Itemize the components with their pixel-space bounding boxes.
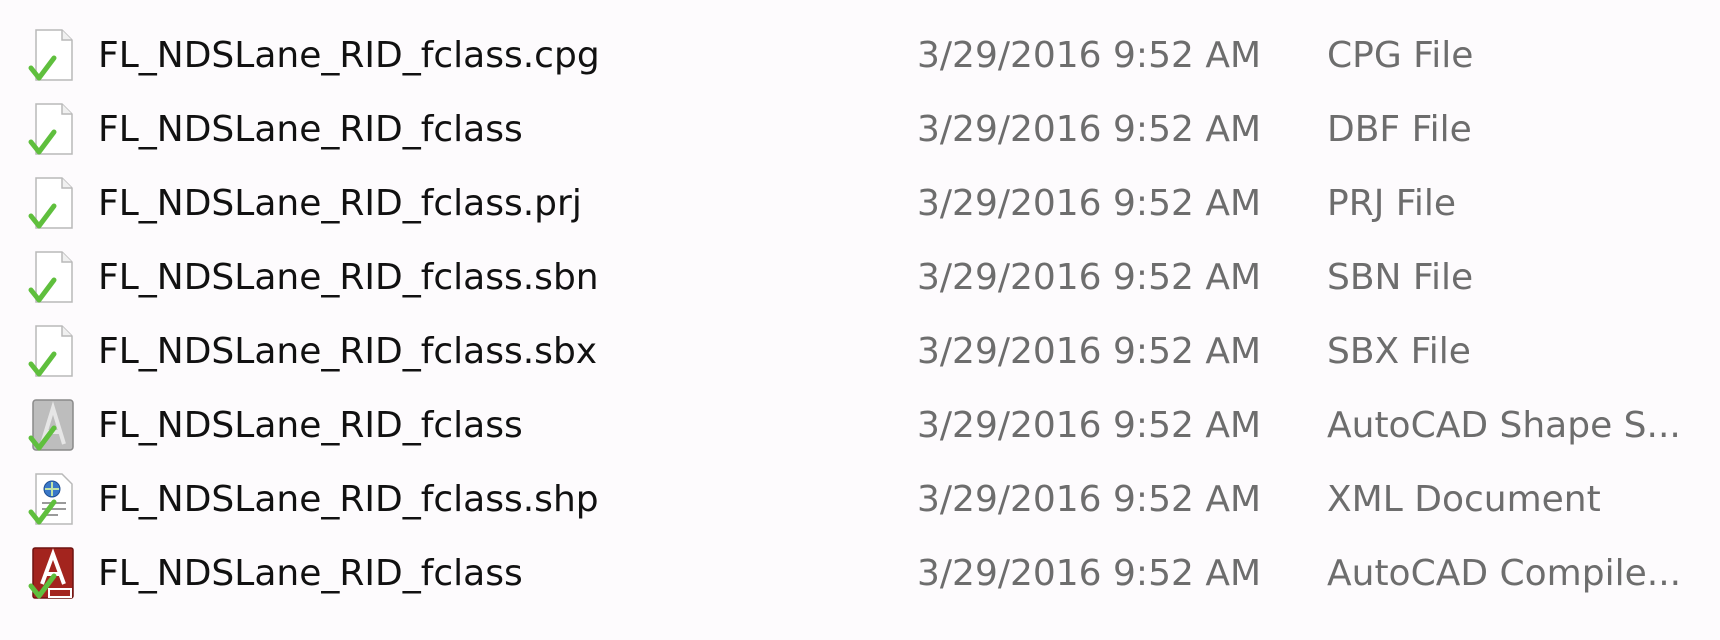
generic-file-icon	[28, 324, 80, 378]
file-type: DBF File	[1327, 109, 1472, 150]
file-type: AutoCAD Compile...	[1327, 553, 1682, 594]
generic-file-icon	[28, 250, 80, 304]
file-row[interactable]: FL_NDSLane_RID_fclass 3/29/2016 9:52 AM DB…	[0, 93, 1720, 167]
file-name[interactable]: FL_NDSLane_RID_fclass.shp	[98, 463, 599, 537]
file-type: SBN File	[1327, 257, 1474, 298]
file-date-modified: 3/29/2016 9:52 AM	[917, 109, 1262, 150]
file-date-modified: 3/29/2016 9:52 AM	[917, 183, 1262, 224]
file-type: CPG File	[1327, 35, 1474, 76]
file-type: AutoCAD Shape S...	[1327, 405, 1681, 446]
file-type: XML Document	[1327, 479, 1601, 520]
autocad-shape-icon	[28, 398, 80, 452]
file-name[interactable]: FL_NDSLane_RID_fclass	[98, 537, 523, 611]
file-row[interactable]: FL_NDSLane_RID_fclass.prj 3/29/2016 9:52 …	[0, 167, 1720, 241]
file-date-modified: 3/29/2016 9:52 AM	[917, 257, 1262, 298]
file-name[interactable]: FL_NDSLane_RID_fclass	[98, 93, 523, 167]
xml-document-icon	[28, 472, 80, 526]
file-date-modified: 3/29/2016 9:52 AM	[917, 553, 1262, 594]
file-name[interactable]: FL_NDSLane_RID_fclass.cpg	[98, 19, 600, 93]
file-name[interactable]: FL_NDSLane_RID_fclass	[98, 389, 523, 463]
file-date-modified: 3/29/2016 9:52 AM	[917, 35, 1262, 76]
file-date-modified: 3/29/2016 9:52 AM	[917, 331, 1262, 372]
file-type: PRJ File	[1327, 183, 1457, 224]
file-row[interactable]: FL_NDSLane_RID_fclass.shp 3/29/2016 9:52 …	[0, 463, 1720, 537]
file-date-modified: 3/29/2016 9:52 AM	[917, 405, 1262, 446]
file-row[interactable]: FL_NDSLane_RID_fclass.cpg 3/29/2016 9:52 …	[0, 19, 1720, 93]
file-type: SBX File	[1327, 331, 1471, 372]
file-row[interactable]: FL_NDSLane_RID_fclass 3/29/2016 9:52 AM Au…	[0, 537, 1720, 611]
generic-file-icon	[28, 102, 80, 156]
file-name[interactable]: FL_NDSLane_RID_fclass.sbx	[98, 315, 597, 389]
file-row[interactable]: FL_NDSLane_RID_fclass.sbn 3/29/2016 9:52 …	[0, 241, 1720, 315]
autocad-compiled-icon	[28, 546, 80, 600]
generic-file-icon	[28, 28, 80, 82]
file-list: FL_NDSLane_RID_fclass.cpg 3/29/2016 9:52 …	[0, 0, 1720, 640]
file-row[interactable]: FL_NDSLane_RID_fclass 3/29/2016 9:52 AM Au…	[0, 389, 1720, 463]
file-date-modified: 3/29/2016 9:52 AM	[917, 479, 1262, 520]
generic-file-icon	[28, 176, 80, 230]
file-name[interactable]: FL_NDSLane_RID_fclass.prj	[98, 167, 582, 241]
file-row[interactable]: FL_NDSLane_RID_fclass.sbx 3/29/2016 9:52 …	[0, 315, 1720, 389]
file-name[interactable]: FL_NDSLane_RID_fclass.sbn	[98, 241, 599, 315]
